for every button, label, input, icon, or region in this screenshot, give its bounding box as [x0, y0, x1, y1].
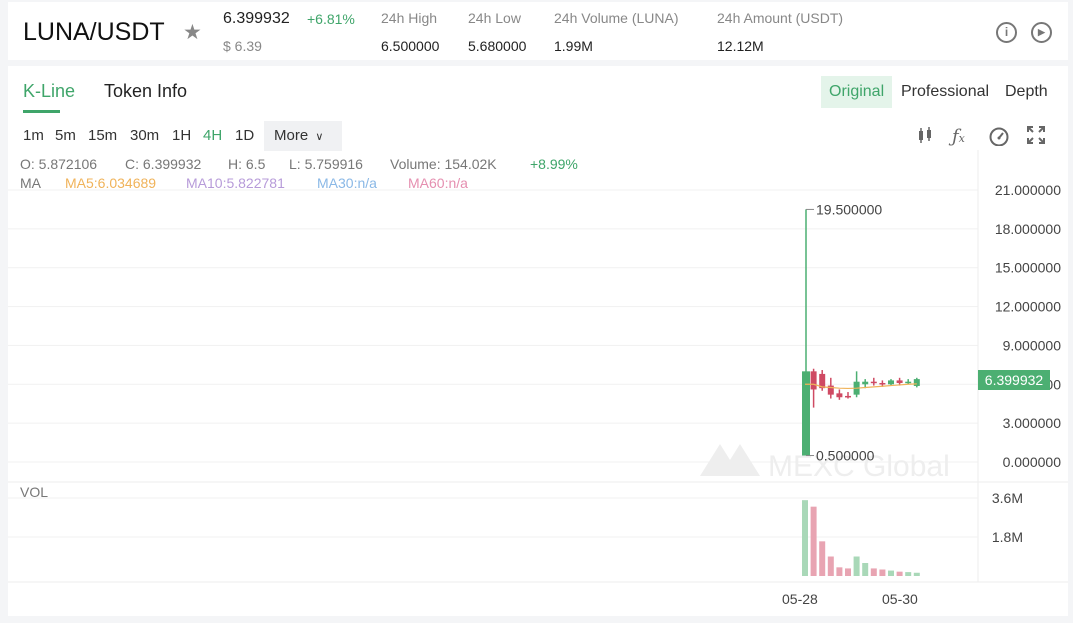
volume-bar: [827, 556, 834, 576]
candle-body: [845, 395, 851, 398]
volume-tick-label: 3.6M: [992, 490, 1023, 506]
time-tick-label: 05-28: [782, 591, 818, 607]
price-tick-label: 3.000000: [1003, 415, 1062, 431]
candle-body: [810, 371, 817, 390]
high-low-markers: 19.500000 0.500000: [806, 201, 882, 464]
price-tick-label: 0.000000: [1003, 454, 1062, 470]
stat-high-label: 24h High: [381, 10, 438, 26]
volume-bar: [810, 506, 817, 576]
candle-body: [913, 379, 920, 386]
volume-label: VOL: [20, 484, 48, 500]
last-price-tag: 6.399932: [978, 370, 1050, 390]
volume-bar: [896, 571, 903, 576]
pair-title: LUNA/USDT: [23, 18, 165, 46]
candle-body: [879, 382, 886, 385]
high-marker-label: 19.500000: [816, 201, 882, 217]
stat-volume-value: 1.99M: [554, 38, 593, 54]
stat-amount-value: 12.12M: [717, 38, 764, 54]
volume-bar: [888, 570, 894, 576]
play-icon[interactable]: ▶: [1031, 22, 1052, 43]
candle-body: [870, 381, 877, 384]
time-tick-label: 05-30: [882, 591, 918, 607]
volume-tick-label: 1.8M: [992, 529, 1023, 545]
info-icon[interactable]: i: [996, 22, 1017, 43]
usd-price: $ 6.39: [223, 38, 262, 54]
candle-body: [905, 381, 912, 384]
chart-grid: [8, 150, 1068, 583]
price-tick-label: 9.000000: [1003, 337, 1062, 353]
volume-bar: [836, 567, 843, 576]
stat-amount-label: 24h Amount (USDT): [717, 10, 844, 26]
kline-chart[interactable]: MEXC Global 21.00000018.00000015.0000001…: [8, 66, 1068, 616]
candle-body: [888, 380, 894, 385]
last-price: 6.399932: [223, 10, 290, 27]
time-axis: 05-28 05-30: [782, 591, 918, 607]
candles: [802, 209, 920, 456]
volume-bar: [879, 569, 886, 576]
stat-volume-label: 24h Volume (LUNA): [554, 10, 679, 26]
volume-bar: [853, 556, 860, 576]
price-tick-label: 21.000000: [995, 182, 1061, 198]
volume-bar: [913, 572, 920, 576]
candle-body: [896, 380, 903, 383]
price-tick-label: 18.000000: [995, 221, 1061, 237]
low-marker-label: 0.500000: [816, 448, 875, 464]
stat-low-label: 24h Low: [468, 10, 521, 26]
volume-bar: [862, 563, 869, 576]
price-tick-label: 15.000000: [995, 260, 1061, 276]
volume-axis: 3.6M 1.8M: [992, 490, 1023, 545]
stat-high-value: 6.500000: [381, 38, 440, 54]
volume-bar: [819, 541, 826, 576]
volume-bar: [845, 568, 851, 576]
stat-low-value: 5.680000: [468, 38, 527, 54]
ticker-header: LUNA/USDT ★ 6.399932 +6.81% $ 6.39 24h H…: [8, 2, 1068, 60]
volume-bar: [802, 500, 808, 576]
favorite-star-icon[interactable]: ★: [183, 20, 202, 45]
price-tick-label: 12.000000: [995, 299, 1061, 315]
price-axis: 21.000000 18.000000 15.000000 12.000000 9.00…: [995, 182, 1061, 470]
volume-bar: [905, 572, 912, 576]
volume-bar: [870, 568, 877, 576]
price-change: +6.81%: [307, 11, 355, 27]
volume-bars: [802, 500, 920, 576]
candle-body: [836, 393, 843, 398]
candle-body: [862, 381, 869, 385]
chart-panel: K-Line Token Info Original Professional …: [8, 66, 1068, 616]
